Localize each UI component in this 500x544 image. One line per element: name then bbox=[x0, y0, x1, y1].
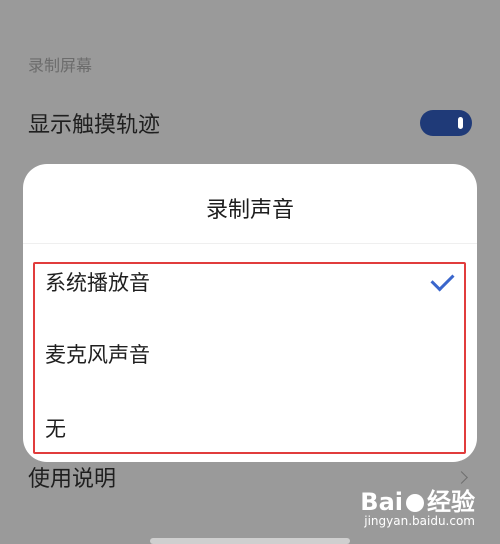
setting-row-help[interactable]: 使用说明 bbox=[28, 460, 472, 494]
check-icon bbox=[430, 266, 455, 292]
watermark-logo: Bai 经验 bbox=[360, 490, 475, 514]
option-label-system-audio: 系统播放音 bbox=[45, 271, 150, 295]
dialog-divider bbox=[23, 243, 477, 244]
toggle-knob-icon bbox=[458, 117, 463, 129]
setting-label-help: 使用说明 bbox=[28, 467, 117, 492]
watermark-url: jingyan.baidu.com bbox=[364, 514, 475, 528]
watermark-brand-prefix: Bai bbox=[360, 488, 403, 516]
option-label-microphone: 麦克风声音 bbox=[45, 343, 150, 367]
option-label-none: 无 bbox=[45, 417, 66, 441]
paw-icon bbox=[406, 494, 424, 512]
option-system-audio[interactable]: 系统播放音 bbox=[45, 262, 459, 302]
chevron-right-icon bbox=[455, 470, 468, 484]
option-none[interactable]: 无 bbox=[45, 408, 459, 448]
watermark-brand-suffix: 经验 bbox=[427, 488, 475, 516]
record-sound-dialog: 录制声音 系统播放音 麦克风声音 无 bbox=[23, 164, 477, 462]
setting-label-show-touch-trail: 显示触摸轨迹 bbox=[28, 113, 161, 138]
option-microphone[interactable]: 麦克风声音 bbox=[45, 334, 459, 374]
home-indicator bbox=[150, 538, 350, 544]
toggle-switch-show-touch-trail[interactable] bbox=[420, 110, 472, 136]
setting-row-show-touch-trail[interactable]: 显示触摸轨迹 bbox=[28, 106, 472, 140]
section-title-record-screen: 录制屏幕 bbox=[28, 56, 93, 75]
dialog-title: 录制声音 bbox=[205, 198, 294, 223]
watermark: Bai 经验 jingyan.baidu.com bbox=[360, 490, 475, 528]
